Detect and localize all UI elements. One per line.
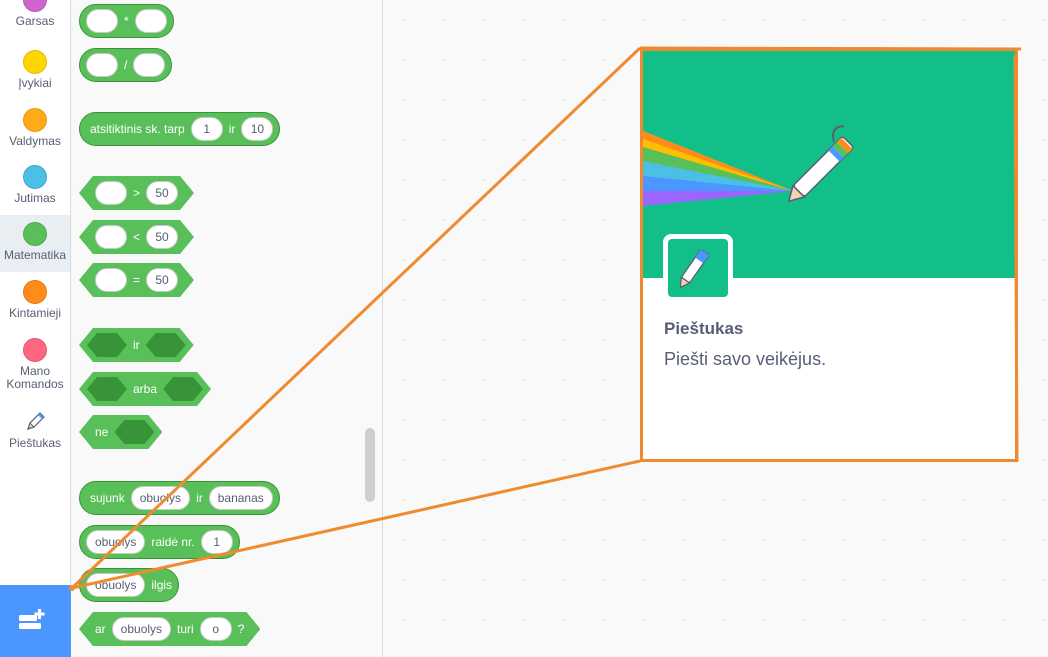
input-slot[interactable]: o <box>200 617 232 641</box>
block-text: ar <box>95 622 106 636</box>
block-text: ? <box>237 622 245 636</box>
pen-icon <box>668 239 728 297</box>
input-slot[interactable] <box>134 9 167 33</box>
sound-color-dot <box>23 0 47 12</box>
extension-title: Pieštukas <box>664 319 744 338</box>
block-random[interactable]: atsitiktinis sk. tarp 1 ir 10 <box>79 112 281 146</box>
boolean-slot[interactable] <box>146 333 186 357</box>
block-text: ilgis <box>151 578 173 592</box>
input-slot[interactable]: bananas <box>208 486 273 510</box>
block-text: turi <box>177 622 194 636</box>
events-color-dot <box>23 50 47 74</box>
blocks-palette: * / atsitiktinis sk. tarp 1 ir 10 > 50 <… <box>71 0 383 657</box>
category-pen[interactable]: Pieštukas <box>0 410 70 462</box>
block-join[interactable]: sujunk obuolys ir bananas <box>79 481 280 515</box>
input-slot[interactable] <box>86 53 118 77</box>
block-text: ne <box>95 425 109 439</box>
category-sound[interactable]: Garsas <box>0 0 70 40</box>
input-slot[interactable]: 10 <box>241 117 274 141</box>
block-divide[interactable]: / <box>79 48 173 82</box>
block-multiply[interactable]: * <box>79 4 174 38</box>
category-sensing[interactable]: Jutimas <box>0 165 70 217</box>
block-less-than[interactable]: < 50 <box>79 220 194 254</box>
category-events[interactable]: Įvykiai <box>0 50 70 102</box>
category-label-line2: Komandos <box>6 377 64 391</box>
input-slot[interactable] <box>95 181 127 205</box>
operator-symbol: * <box>124 14 129 28</box>
block-text: arba <box>133 382 158 396</box>
category-my-blocks[interactable]: Mano Komandos <box>0 338 70 398</box>
category-variables[interactable]: Kintamieji <box>0 280 70 332</box>
palette-scrollbar[interactable] <box>365 428 375 502</box>
input-slot[interactable]: 50 <box>146 225 178 249</box>
block-equals[interactable]: = 50 <box>79 263 194 297</box>
input-slot[interactable]: obuolys <box>130 486 191 510</box>
input-slot[interactable]: obuolys <box>86 573 146 597</box>
block-text: raidė nr. <box>151 535 195 549</box>
variables-color-dot <box>23 280 47 304</box>
extension-description: Piešti savo veikėjus. <box>664 349 827 369</box>
input-slot[interactable]: obuolys <box>112 617 171 641</box>
input-slot[interactable]: 1 <box>200 530 233 554</box>
sensing-color-dot <box>23 165 47 189</box>
block-and[interactable]: ir <box>79 328 194 362</box>
category-label: Kintamieji <box>8 306 62 320</box>
input-slot[interactable]: 50 <box>146 268 178 292</box>
control-color-dot <box>23 108 47 132</box>
category-label: Įvykiai <box>18 76 52 90</box>
block-text: ir <box>133 338 140 352</box>
input-slot[interactable] <box>86 9 118 33</box>
block-text: ir <box>196 491 203 505</box>
operator-symbol: / <box>124 58 128 72</box>
category-operators[interactable]: Matematika <box>0 215 70 272</box>
operator-symbol: > <box>133 186 141 200</box>
category-control[interactable]: Valdymas <box>0 108 70 160</box>
input-slot[interactable] <box>95 268 127 292</box>
input-slot[interactable]: 50 <box>146 181 178 205</box>
boolean-slot[interactable] <box>87 377 127 401</box>
add-extension-icon <box>18 607 48 633</box>
extension-icon-tile <box>663 234 733 302</box>
category-label: Jutimas <box>14 191 56 205</box>
boolean-slot[interactable] <box>163 377 203 401</box>
category-label: Valdymas <box>9 134 61 148</box>
block-not[interactable]: ne <box>79 415 162 449</box>
add-extension-button[interactable] <box>0 585 71 657</box>
input-slot[interactable]: obuolys <box>86 530 146 554</box>
input-slot[interactable] <box>133 53 166 77</box>
block-text: sujunk <box>90 491 125 505</box>
category-label: Garsas <box>15 14 55 28</box>
pen-extension-card[interactable]: Pieštukas Piešti savo veikėjus. <box>640 48 1018 462</box>
my-blocks-color-dot <box>23 338 47 362</box>
category-menu: Garsas Įvykiai Valdymas Jutimas Matemati… <box>0 0 71 657</box>
input-slot[interactable]: 1 <box>190 117 223 141</box>
category-label: Matematika <box>3 248 67 262</box>
input-slot[interactable] <box>95 225 127 249</box>
pen-icon <box>23 410 47 434</box>
block-greater-than[interactable]: > 50 <box>79 176 194 210</box>
boolean-slot[interactable] <box>87 333 127 357</box>
scratch-editor: Garsas Įvykiai Valdymas Jutimas Matemati… <box>0 0 1048 657</box>
operator-symbol: < <box>133 230 141 244</box>
category-label: Pieštukas <box>8 436 62 450</box>
block-text: ir <box>228 122 236 136</box>
block-text: atsitiktinis sk. tarp <box>90 122 185 136</box>
block-or[interactable]: arba <box>79 372 211 406</box>
block-length-of[interactable]: obuolys ilgis <box>79 568 180 602</box>
operator-symbol: = <box>133 273 141 287</box>
block-letter-of[interactable]: obuolys raidė nr. 1 <box>79 525 240 559</box>
boolean-slot[interactable] <box>114 420 154 444</box>
block-contains[interactable]: ar obuolys turi o ? <box>79 612 260 646</box>
operators-color-dot <box>23 222 47 246</box>
